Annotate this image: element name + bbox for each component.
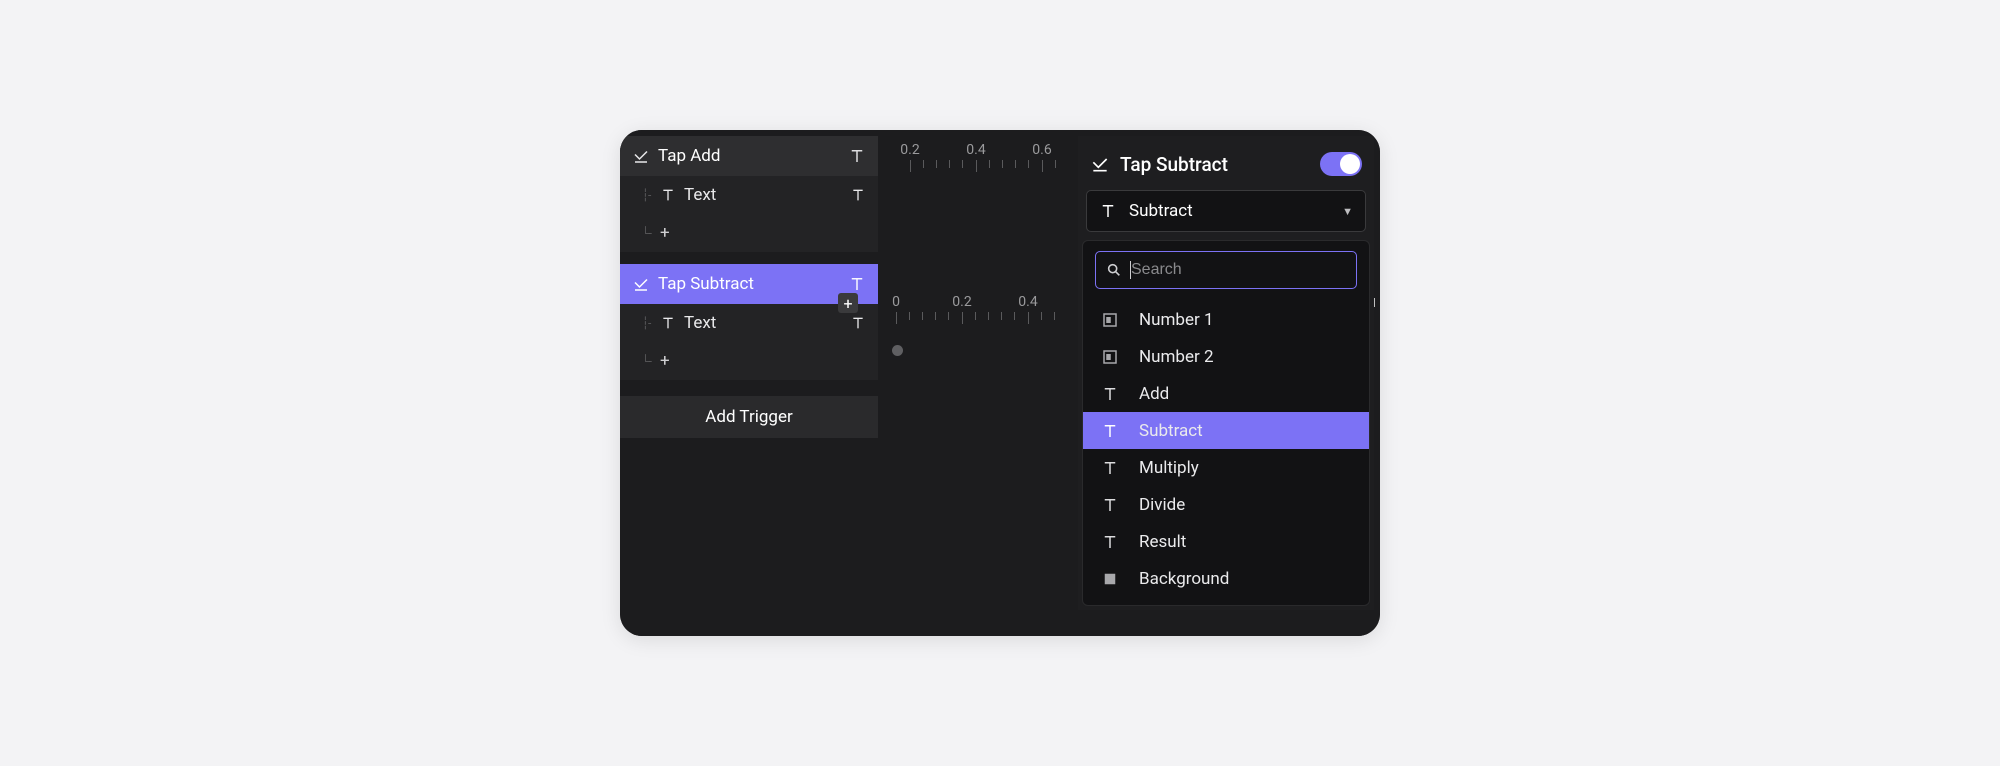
- tree-branch-icon: └-: [632, 354, 660, 368]
- tree-branch-icon: ┆-: [632, 316, 660, 330]
- ruler-tick-label: 0.6: [1032, 142, 1051, 158]
- enabled-toggle[interactable]: [1320, 152, 1362, 176]
- layer-select-dropdown[interactable]: Subtract ▼: [1086, 190, 1366, 232]
- menu-item-multiply[interactable]: Multiply: [1083, 449, 1369, 486]
- trigger-header-tap-subtract[interactable]: Tap Subtract +: [620, 264, 878, 304]
- menu-item-label: Subtract: [1139, 421, 1203, 441]
- chevron-down-icon: ▼: [1342, 205, 1353, 218]
- tree-branch-icon: └-: [632, 226, 660, 240]
- trigger-label: Tap Subtract: [658, 274, 848, 294]
- ruler-tick-label: 0.4: [966, 142, 985, 158]
- ruler-tick-label: 0.2: [900, 142, 919, 158]
- child-label: Text: [684, 313, 850, 333]
- text-type-icon: [1101, 533, 1125, 551]
- menu-item-result[interactable]: Result: [1083, 523, 1369, 560]
- dropdown-value: Subtract: [1129, 201, 1342, 221]
- text-type-icon: [850, 187, 866, 203]
- ruler-tick-label: 0: [892, 294, 900, 310]
- text-type-icon: [1101, 385, 1125, 403]
- plus-icon: +: [660, 351, 670, 371]
- menu-item-subtract[interactable]: Subtract: [1083, 412, 1369, 449]
- text-type-icon: [660, 187, 676, 203]
- menu-item-add[interactable]: Add: [1083, 375, 1369, 412]
- plus-icon: +: [660, 223, 670, 243]
- trigger-sidebar: Tap Add ┆- Text: [620, 130, 878, 636]
- trigger-header-tap-add[interactable]: Tap Add: [620, 136, 878, 176]
- menu-item-label: Number 2: [1139, 347, 1214, 367]
- text-type-icon: [660, 315, 676, 331]
- ruler-tick-label: 0.4: [1018, 294, 1037, 310]
- inspector-panel: Tap Subtract Subtract ▼: [1078, 136, 1374, 610]
- text-type-icon: [1101, 496, 1125, 514]
- trigger-child-text[interactable]: ┆- Text: [620, 176, 878, 214]
- toggle-knob: [1340, 154, 1360, 174]
- ruler-tick-label: 0.2: [952, 294, 971, 310]
- tap-icon: [632, 147, 650, 165]
- add-icon[interactable]: +: [838, 293, 858, 313]
- text-type-icon: [1101, 422, 1125, 440]
- search-input[interactable]: [1131, 261, 1346, 279]
- menu-item-label: Background: [1139, 569, 1229, 589]
- trigger-group-tap-subtract: Tap Subtract + ┆- Text: [620, 264, 878, 380]
- menu-item-divide[interactable]: Divide: [1083, 486, 1369, 523]
- text-type-icon: [850, 315, 866, 331]
- search-icon: [1106, 262, 1122, 278]
- app-window: Tap Add ┆- Text: [620, 130, 1380, 636]
- menu-item-number-2[interactable]: Number 2: [1083, 338, 1369, 375]
- tap-icon: [1090, 154, 1110, 174]
- keyframe-dot[interactable]: [892, 345, 903, 356]
- trigger-add-animation[interactable]: └- +: [620, 214, 878, 252]
- square-icon: [1101, 570, 1125, 588]
- tap-icon: [632, 275, 650, 293]
- menu-item-label: Multiply: [1139, 458, 1199, 478]
- tree-branch-icon: ┆-: [632, 188, 660, 202]
- frame-icon: [1101, 348, 1125, 366]
- menu-item-background[interactable]: Background: [1083, 560, 1369, 597]
- inspector-header: Tap Subtract: [1078, 136, 1374, 190]
- trigger-add-animation[interactable]: └- +: [620, 342, 878, 380]
- text-type-icon: [848, 147, 866, 165]
- add-trigger-button[interactable]: Add Trigger: [620, 396, 878, 438]
- menu-item-label: Add: [1139, 384, 1169, 404]
- child-label: Text: [684, 185, 850, 205]
- text-type-icon: [1099, 202, 1117, 220]
- trigger-label: Tap Add: [658, 146, 848, 166]
- search-field-wrapper[interactable]: [1095, 251, 1357, 289]
- menu-item-label: Number 1: [1139, 310, 1214, 330]
- menu-item-label: Result: [1139, 532, 1186, 552]
- trigger-group-tap-add: Tap Add ┆- Text: [620, 136, 878, 252]
- text-type-icon: [848, 275, 866, 293]
- layer-select-menu: Number 1 Number 2 Add S: [1082, 240, 1370, 606]
- inspector-title: Tap Subtract: [1120, 153, 1320, 176]
- frame-icon: [1101, 311, 1125, 329]
- text-type-icon: [1101, 459, 1125, 477]
- menu-item-number-1[interactable]: Number 1: [1083, 301, 1369, 338]
- menu-item-label: Divide: [1139, 495, 1185, 515]
